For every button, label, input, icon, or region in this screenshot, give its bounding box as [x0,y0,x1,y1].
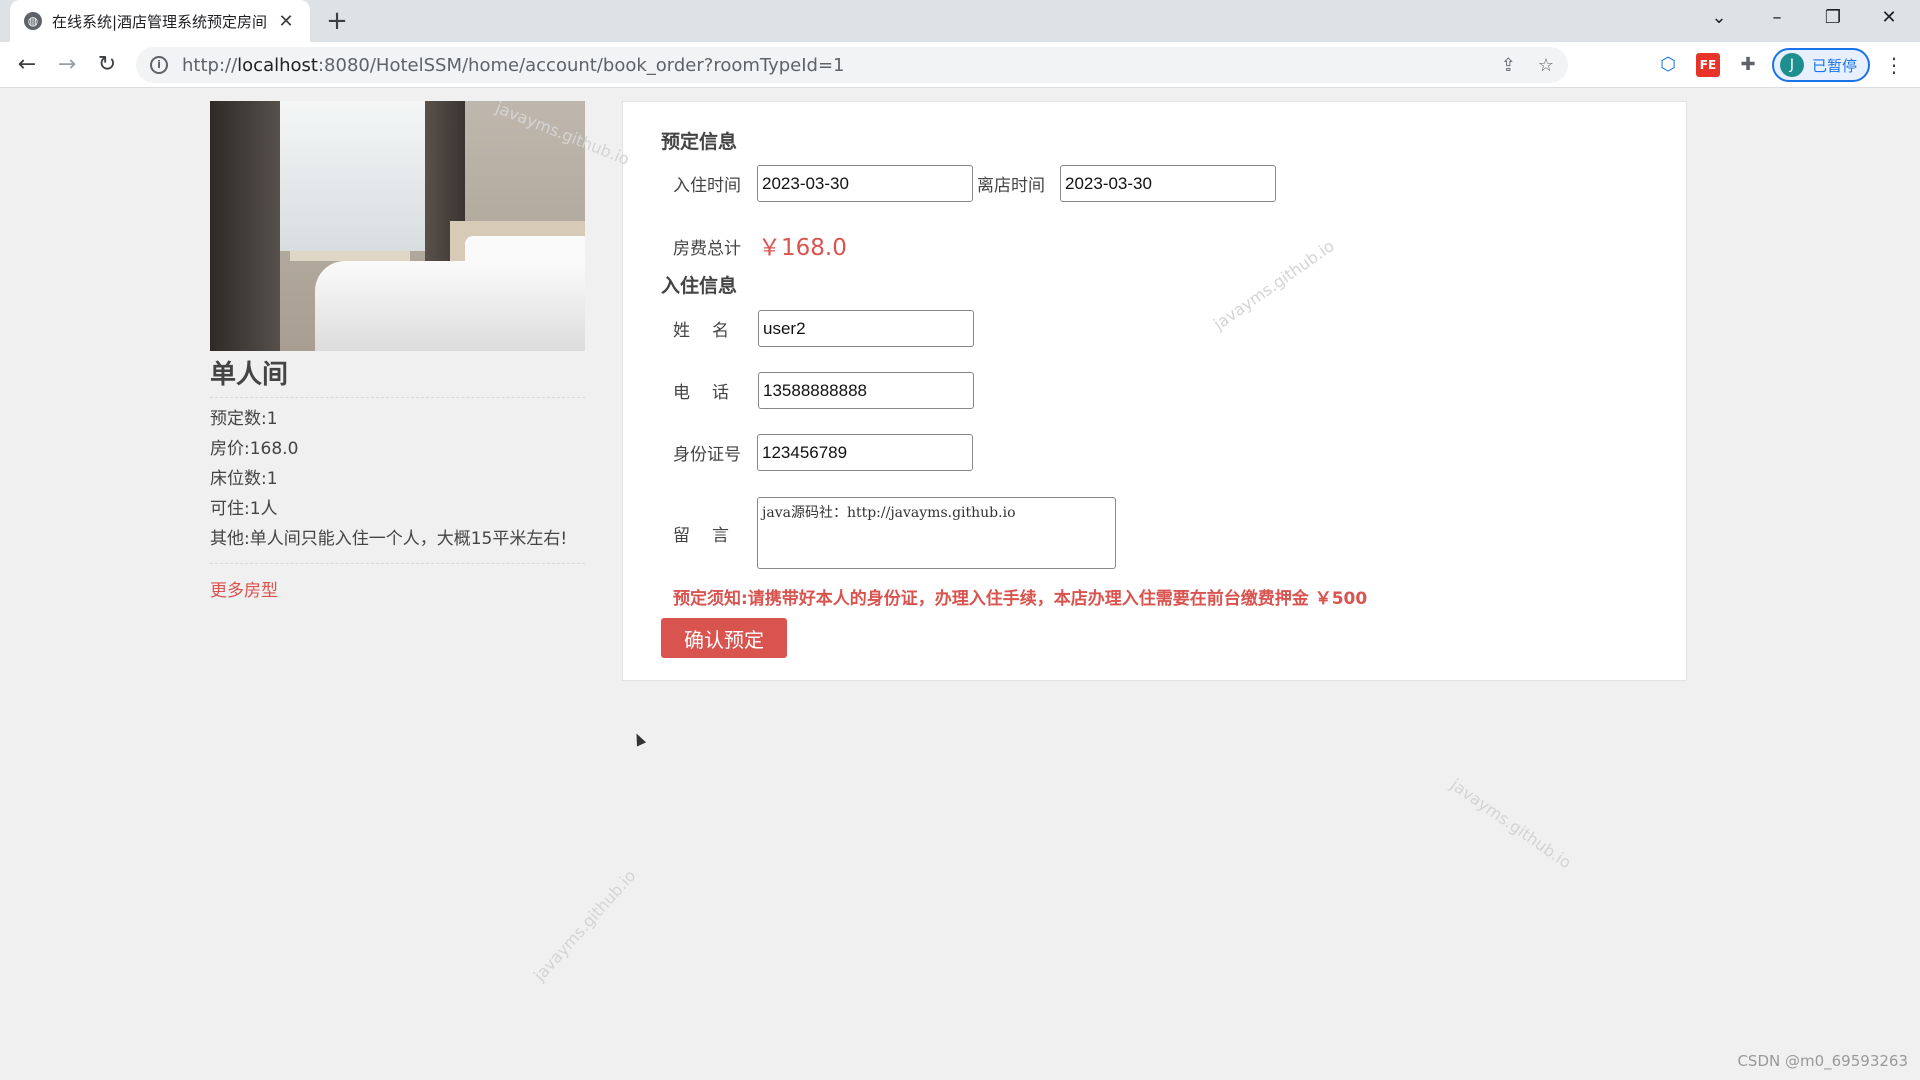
total-label: 房费总计 [673,239,741,259]
detail-booked-count: 预定数:1 [210,409,278,429]
total-price: ￥168.0 [758,235,847,261]
watermark-text: javayms.github.io [530,865,640,985]
star-icon[interactable]: ☆ [1538,55,1554,76]
browser-tab[interactable]: ◍ 在线系统|酒店管理系统预定房间 ✕ [10,0,310,42]
checkout-date-input[interactable] [1060,165,1276,202]
browser-tab-strip: ◍ 在线系统|酒店管理系统预定房间 ✕ + ⌄ – ❐ ✕ [0,0,1920,42]
address-bar[interactable]: i http://localhost:8080/HotelSSM/home/ac… [136,47,1568,83]
profile-status: 已暂停 [1812,56,1858,75]
forward-icon[interactable]: → [50,48,84,82]
detail-price: 房价:168.0 [210,439,299,459]
browser-toolbar: ← → ↻ i http://localhost:8080/HotelSSM/h… [0,42,1920,88]
extension-icon[interactable]: ⬡ [1656,53,1680,77]
message-textarea[interactable]: java源码社：http://javayms.github.io [757,497,1116,569]
room-photo [210,101,585,351]
id-number-label: 身份证号 [673,445,741,465]
id-number-input[interactable] [757,434,973,471]
tab-title: 在线系统|酒店管理系统预定房间 [52,12,268,31]
share-icon[interactable]: ⇪ [1501,55,1516,76]
phone-input[interactable] [758,372,974,409]
detail-capacity: 可住:1人 [210,499,278,519]
restore-icon[interactable]: ❐ [1810,0,1856,36]
message-label: 留言 [673,526,751,546]
room-name: 单人间 [210,354,585,398]
detail-bed-count: 床位数:1 [210,469,278,489]
booking-section-title: 预定信息 [661,131,738,153]
menu-icon[interactable]: ⋮ [1882,53,1906,77]
reload-icon[interactable]: ↻ [90,48,124,82]
phone-label: 电话 [673,383,751,403]
detail-other: 其他:单人间只能入住一个人，大概15平米左右! [210,529,568,549]
window-close-icon[interactable]: ✕ [1866,0,1912,36]
watermark-text: javayms.github.io [1447,775,1575,873]
url-scheme: http:// [182,54,238,76]
checkout-label: 离店时间 [977,176,1045,196]
close-icon[interactable]: ✕ [276,11,296,32]
puzzle-icon[interactable]: ✚ [1736,53,1760,77]
info-icon[interactable]: i [150,56,168,74]
chevron-down-icon[interactable]: ⌄ [1696,0,1742,36]
mouse-cursor-icon [631,731,647,747]
avatar: J [1780,53,1804,77]
checkin-date-input[interactable] [757,165,973,202]
fe-icon[interactable]: FE [1696,53,1720,77]
checkin-label: 入住时间 [673,176,741,196]
more-room-types-link[interactable]: 更多房型 [210,576,278,601]
csdn-watermark: CSDN @m0_69593263 [1737,1052,1908,1070]
new-tab-button[interactable]: + [322,6,352,36]
name-input[interactable] [758,310,974,347]
divider [210,563,585,564]
back-icon[interactable]: ← [10,48,44,82]
url-text[interactable]: http://localhost:8080/HotelSSM/home/acco… [182,55,1479,76]
url-path: :8080/HotelSSM/home/account/book_order?r… [317,54,845,76]
globe-icon: ◍ [24,12,42,30]
profile-button[interactable]: J 已暂停 [1772,48,1870,82]
name-label: 姓名 [673,321,751,341]
minimize-icon[interactable]: – [1754,0,1800,36]
guest-section-title: 入住信息 [661,275,738,297]
url-host: localhost [237,54,318,76]
booking-notice: 预定须知:请携带好本人的身份证，办理入住手续，本店办理入住需要在前台缴费押金 ￥… [673,589,1368,609]
room-details: 预定数:1 房价:168.0 床位数:1 可住:1人 其他:单人间只能入住一个人… [210,404,585,554]
confirm-booking-button[interactable]: 确认预定 [661,618,787,658]
